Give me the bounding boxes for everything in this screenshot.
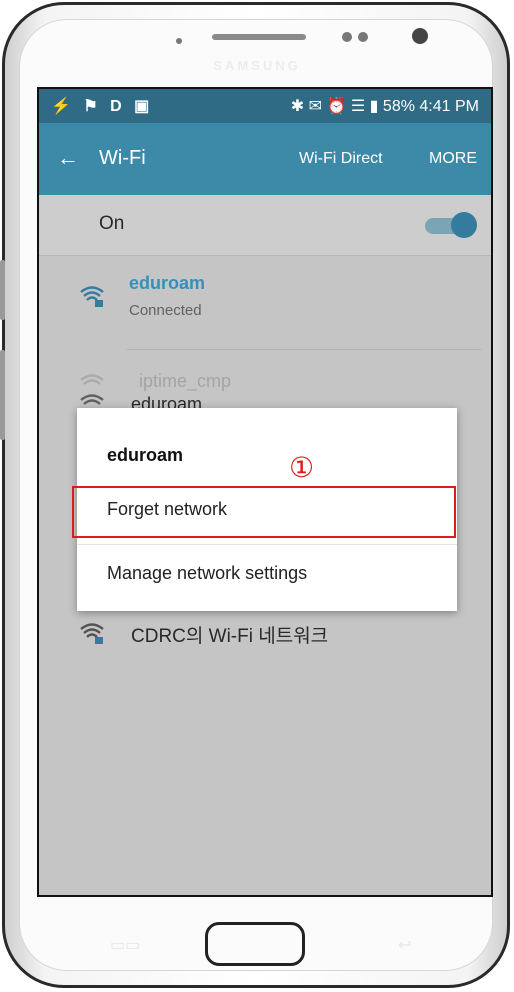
side-key <box>0 350 5 440</box>
more-button[interactable]: MORE <box>429 150 477 168</box>
sensor-dot <box>342 32 352 42</box>
status-bar: ⚡ ⚑ D ▣ ✱ ✉ ⏰ ☰ ▮ 58% 4:41 PM <box>39 89 491 123</box>
earpiece-speaker <box>212 34 306 40</box>
home-button[interactable] <box>205 922 305 966</box>
battery-level: 58% <box>382 98 415 115</box>
volume-key <box>0 260 5 320</box>
back-arrow-icon[interactable]: ← <box>57 145 79 171</box>
status-left-icons: ⚡ ⚑ D ▣ <box>51 98 154 115</box>
status-icons: ✱ ✉ ⏰ ☰ ▮ <box>290 98 379 115</box>
status-right: ✱ ✉ ⏰ ☰ ▮ 58% 4:41 PM <box>291 96 479 116</box>
sensor-dot <box>176 38 182 44</box>
screen: ⚡ ⚑ D ▣ ✱ ✉ ⏰ ☰ ▮ 58% 4:41 PM ← Wi-Fi Wi… <box>37 87 493 897</box>
back-key-icon[interactable]: ↩ <box>398 935 411 955</box>
wifi-direct-button[interactable]: Wi-Fi Direct <box>299 150 383 168</box>
manage-network-settings-option[interactable]: Manage network settings <box>107 563 307 584</box>
brand-logo: SAMSUNG <box>213 58 301 73</box>
divider <box>77 544 457 545</box>
step-marker: ① <box>289 452 315 483</box>
recent-apps-icon[interactable]: ▭▭ <box>110 935 140 955</box>
dialog-title: eduroam <box>107 445 184 465</box>
app-bar: ← Wi-Fi Wi-Fi Direct MORE <box>39 123 491 195</box>
page-title: Wi-Fi <box>99 147 146 169</box>
highlight-box <box>72 486 456 538</box>
front-camera-icon <box>412 28 428 44</box>
clock: 4:41 PM <box>419 98 479 115</box>
sensor-dot <box>358 32 368 42</box>
